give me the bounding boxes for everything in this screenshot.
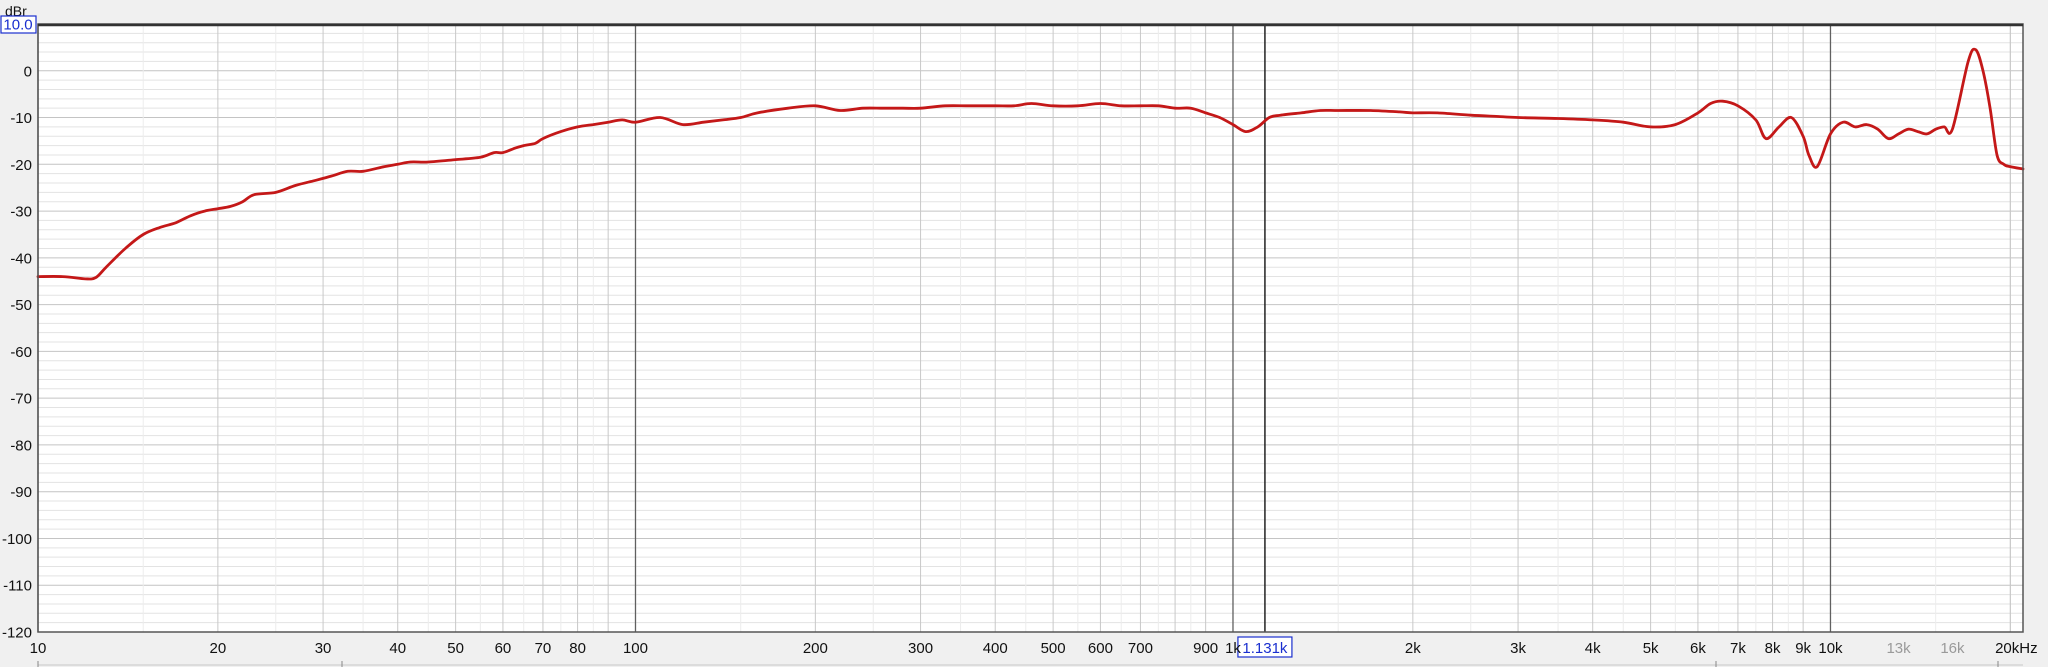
x-tick-label: 70 xyxy=(535,640,552,657)
x-axis: 10 20 30 40 50 60 70 80 100 200 300 400 500 600 700 900… xyxy=(30,640,2038,657)
x-tick-label: 300 xyxy=(908,640,933,657)
y-tick-label: -70 xyxy=(10,391,32,408)
x-tick-label: 5k xyxy=(1643,640,1659,657)
x-tick-label: 80 xyxy=(569,640,586,657)
y-tick-label: -20 xyxy=(10,157,32,174)
y-tick-label: -60 xyxy=(10,344,32,361)
y-tick-label: -40 xyxy=(10,250,32,267)
x-tick-label: 1k xyxy=(1225,640,1241,657)
chart-canvas: 1.131k dBr 10.00-10-20-30-40-50-60-70-80… xyxy=(0,3,2038,667)
y-tick-label: -30 xyxy=(10,204,32,221)
x-tick-label: 16k xyxy=(1940,640,1965,657)
x-tick-label: 9k xyxy=(1795,640,1811,657)
x-tick-label: 30 xyxy=(315,640,332,657)
x-tick-label: 20 xyxy=(210,640,227,657)
y-tick-label: -80 xyxy=(10,437,32,454)
plot-background xyxy=(38,24,2023,632)
y-tick-label: -120 xyxy=(2,625,32,642)
x-tick-label: 8k xyxy=(1765,640,1781,657)
x-tick-label: 600 xyxy=(1088,640,1113,657)
x-tick-label: 6k xyxy=(1690,640,1706,657)
x-tick-label: 4k xyxy=(1585,640,1601,657)
x-tick-label: 60 xyxy=(495,640,512,657)
frequency-response-chart: 1.131k dBr 10.0 0 -10 -20 -30 -40 -50 -60 -70 -80… xyxy=(0,0,2048,667)
x-tick-label: 700 xyxy=(1128,640,1153,657)
cursor-readout-label[interactable]: 1.131k xyxy=(1242,640,1288,657)
y-tick-label: -90 xyxy=(10,484,32,501)
x-tick-label: 500 xyxy=(1041,640,1066,657)
x-tick-label: 200 xyxy=(803,640,828,657)
x-tick-label: 50 xyxy=(447,640,464,657)
y-tick-label: 0 xyxy=(24,63,32,80)
x-tick-label: 10k xyxy=(1818,640,1843,657)
x-tick-label: 100 xyxy=(623,640,648,657)
x-tick-label: 7k xyxy=(1730,640,1746,657)
y-tick-label: -50 xyxy=(10,297,32,314)
x-tick-label: 10 xyxy=(30,640,47,657)
y-tick-label: -110 xyxy=(3,578,32,595)
x-tick-label: 40 xyxy=(389,640,406,657)
x-tick-label: 3k xyxy=(1510,640,1526,657)
x-tick-label: 900 xyxy=(1193,640,1218,657)
x-tick-label: 400 xyxy=(983,640,1008,657)
x-tick-label: 20kHz xyxy=(1995,640,2038,657)
x-tick-label: 13k xyxy=(1886,640,1911,657)
y-tick-label: -100 xyxy=(2,531,32,548)
x-tick-label: 2k xyxy=(1405,640,1421,657)
y-axis: 10.0 0 -10 -20 -30 -40 -50 -60 -70 -80 -90 -100 -110… xyxy=(0,15,37,642)
y-tick-label[interactable]: 10.0 xyxy=(3,17,32,34)
bottom-scrollbar[interactable] xyxy=(37,661,2023,667)
y-tick-label: -10 xyxy=(10,110,32,127)
